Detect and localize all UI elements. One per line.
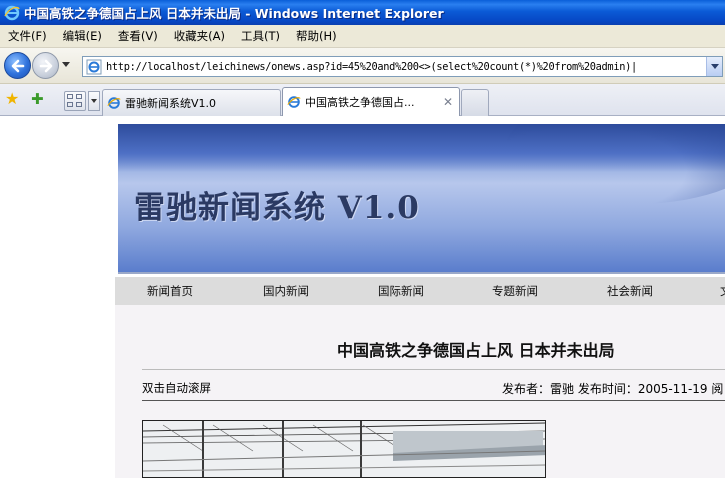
- divider: [142, 369, 725, 370]
- menu-bar: 文件(F) 编辑(E) 查看(V) 收藏夹(A) 工具(T) 帮助(H): [0, 25, 725, 48]
- divider: [142, 400, 725, 401]
- menu-file[interactable]: 文件(F): [0, 28, 55, 44]
- tab-bar: ★ ✚ 雷驰新闻系统V1.0 中国高铁之争德国占... ✕: [0, 84, 725, 116]
- article-meta: 发布者：雷驰 发布时间：2005-11-19 阅: [502, 382, 724, 396]
- page-margin: [0, 117, 115, 478]
- nav-culture[interactable]: 文: [720, 283, 725, 299]
- address-dropdown-button[interactable]: [706, 57, 722, 76]
- nav-international[interactable]: 国际新闻: [378, 283, 424, 299]
- tab-leichi-news[interactable]: 雷驰新闻系统V1.0: [102, 89, 281, 116]
- tab-label: 雷驰新闻系统V1.0: [125, 97, 217, 110]
- tab-list-dropdown[interactable]: [88, 91, 100, 111]
- address-toolbar: http://localhost/leichinews/onews.asp?id…: [0, 48, 725, 84]
- ie-icon: [287, 96, 301, 108]
- autoscroll-label[interactable]: 双击自动滚屏: [142, 380, 211, 396]
- quick-tabs-button[interactable]: [64, 91, 86, 111]
- page-viewport: 雷驰新闻系统 V1.0 新闻首页 国内新闻 国际新闻 专题新闻 社会新闻 文 中…: [0, 117, 725, 478]
- ie-icon: [4, 5, 20, 20]
- address-field[interactable]: http://localhost/leichinews/onews.asp?id…: [82, 56, 723, 77]
- close-tab-icon[interactable]: ✕: [443, 95, 453, 109]
- nav-home[interactable]: 新闻首页: [147, 283, 193, 299]
- nav-domestic[interactable]: 国内新闻: [263, 283, 309, 299]
- banner-divider: [118, 272, 725, 274]
- favorites-star-icon[interactable]: ★: [5, 91, 19, 107]
- menu-favorites[interactable]: 收藏夹(A): [166, 28, 233, 44]
- page-icon: [86, 59, 102, 74]
- url-text[interactable]: http://localhost/leichinews/onews.asp?id…: [106, 61, 706, 73]
- article-headline: 中国高铁之争德国占上风 日本并未出局: [337, 341, 615, 360]
- menu-help[interactable]: 帮助(H): [288, 28, 345, 44]
- article-photo: [142, 420, 546, 478]
- site-logo-title: 雷驰新闻系统 V1.0: [134, 190, 420, 226]
- window-title: 中国高铁之争德国占上风 日本并未出局 - Windows Internet Ex…: [24, 6, 444, 21]
- tab-article[interactable]: 中国高铁之争德国占... ✕: [282, 87, 460, 116]
- forward-button[interactable]: [32, 52, 59, 79]
- recent-pages-dropdown[interactable]: [62, 62, 70, 67]
- back-arrow-icon: [11, 59, 25, 73]
- new-tab-button[interactable]: [461, 89, 489, 116]
- add-favorite-icon[interactable]: ✚: [31, 91, 44, 107]
- tab-label: 中国高铁之争德国占...: [305, 96, 415, 109]
- menu-view[interactable]: 查看(V): [110, 28, 166, 44]
- site-banner: 雷驰新闻系统 V1.0: [118, 124, 725, 272]
- article-panel: 中国高铁之争德国占上风 日本并未出局 双击自动滚屏 发布者：雷驰 发布时间：20…: [115, 305, 725, 478]
- railway-catenary-image: [143, 421, 545, 477]
- title-bar: 中国高铁之争德国占上风 日本并未出局 - Windows Internet Ex…: [0, 0, 725, 25]
- ie-icon: [107, 97, 121, 109]
- back-button[interactable]: [4, 52, 31, 79]
- menu-tools[interactable]: 工具(T): [233, 28, 288, 44]
- site-nav: 新闻首页 国内新闻 国际新闻 专题新闻 社会新闻 文: [115, 277, 725, 305]
- nav-society[interactable]: 社会新闻: [607, 283, 653, 299]
- menu-edit[interactable]: 编辑(E): [55, 28, 110, 44]
- forward-arrow-icon: [39, 59, 53, 73]
- nav-special[interactable]: 专题新闻: [492, 283, 538, 299]
